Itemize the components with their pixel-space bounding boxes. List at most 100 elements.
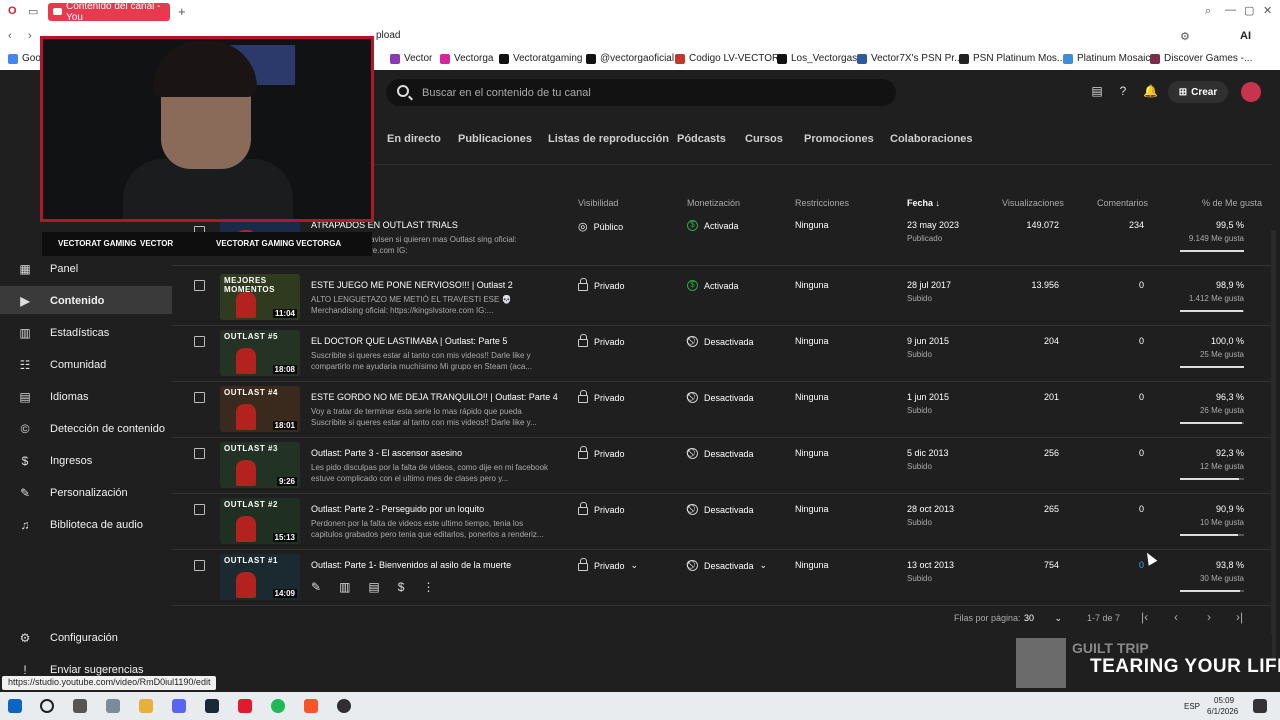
row-checkbox[interactable] [194, 504, 205, 515]
video-title[interactable]: Outlast: Parte 1- Bienvenidos al asilo d… [311, 560, 511, 570]
help-icon[interactable]: ? [1116, 84, 1130, 98]
scrollbar[interactable] [1271, 230, 1276, 670]
notification-center-icon[interactable] [1253, 699, 1267, 713]
extensions-icon[interactable]: ⚙ [1180, 30, 1190, 43]
bookmark-item[interactable]: Vectoratgaming [499, 53, 583, 64]
tab-colaboraciones[interactable]: Colaboraciones [890, 133, 973, 145]
row-checkbox[interactable] [194, 280, 205, 291]
sidebar-item-content[interactable]: ▶ Contenido [18, 294, 104, 308]
monetization-icon[interactable]: $ [398, 580, 405, 594]
windows-start-icon[interactable] [8, 699, 22, 713]
opera-taskbar-icon[interactable] [238, 699, 252, 713]
comments-value[interactable]: 0 [1139, 280, 1144, 290]
bookmark-item[interactable]: Vector [390, 53, 432, 64]
visibility-cell[interactable]: Privado [578, 390, 625, 403]
visibility-cell[interactable]: Privado ⌄ [578, 558, 639, 571]
spotify-icon[interactable] [271, 699, 285, 713]
tab-manager-icon[interactable]: ▭ [28, 5, 38, 18]
monetization-cell[interactable]: $ Activada [687, 280, 739, 291]
sidebar-item-subtitles[interactable]: ▤ Idiomas [18, 390, 88, 404]
comments-value[interactable]: 0 [1139, 448, 1144, 458]
chevron-down-icon[interactable]: ⌄ [760, 560, 768, 571]
search-tabs-icon[interactable]: ⌕ [1205, 5, 1211, 18]
column-date[interactable]: Fecha ↓ [907, 198, 940, 208]
video-title[interactable]: Outlast: Parte 2 - Perseguido por un loq… [311, 504, 484, 514]
row-checkbox[interactable] [194, 448, 205, 459]
visibility-cell[interactable]: Privado [578, 446, 625, 459]
row-checkbox[interactable] [194, 392, 205, 403]
bookmark-item[interactable]: Codigo LV-VECTOR [675, 53, 779, 64]
monetization-cell[interactable]: ⃠ Desactivada [687, 336, 754, 347]
bookmark-item[interactable]: @vectorgaoficial [586, 53, 674, 64]
file-explorer-icon[interactable] [139, 699, 153, 713]
column-monetization[interactable]: Monetización [687, 198, 740, 208]
next-page-icon[interactable]: › [1207, 610, 1211, 624]
table-row[interactable]: OUTLAST #1 14:09 Outlast: Parte 1- Bienven… [172, 550, 1272, 606]
monetization-cell[interactable]: ⃠ Desactivada [687, 504, 754, 515]
video-thumbnail[interactable]: MEJORES MOMENTOS 11:04 [220, 274, 300, 320]
bookmark-item[interactable]: Discover Games -... [1150, 53, 1252, 64]
chevron-down-icon[interactable]: ⌄ [631, 560, 639, 571]
video-thumbnail[interactable]: OUTLAST #2 15:13 [220, 498, 300, 544]
monetization-cell[interactable]: ⃠ Desactivada ⌄ [687, 560, 767, 571]
sidebar-item-community[interactable]: ☷ Comunidad [18, 358, 107, 372]
app-icon[interactable] [106, 699, 120, 713]
visibility-cell[interactable]: Privado [578, 334, 625, 347]
bookmark-item[interactable]: Vector7X's PSN Pr... [857, 53, 962, 64]
first-page-icon[interactable]: |‹ [1141, 610, 1148, 624]
sidebar-item-dashboard[interactable]: ▦ Panel [18, 262, 78, 276]
row-checkbox[interactable] [194, 336, 205, 347]
tab-cursos[interactable]: Cursos [745, 133, 783, 145]
browser-tab-active[interactable]: Contenido del canal - You [48, 1, 170, 23]
analytics-icon[interactable]: ▥ [339, 580, 350, 594]
table-row[interactable]: OUTLAST #2 15:13 Outlast: Parte 2 - Perseg… [172, 494, 1272, 550]
notifications-icon[interactable]: 🔔 [1143, 84, 1158, 98]
obs-icon[interactable] [337, 699, 351, 713]
column-likes[interactable]: % de Me gusta [1202, 198, 1262, 208]
table-row[interactable]: OUTLAST #3 9:26 Outlast: Parte 3 - El asce… [172, 438, 1272, 494]
search-input[interactable]: Buscar en el contenido de tu canal [386, 79, 896, 106]
maximize-icon[interactable]: ▢ [1244, 4, 1254, 17]
rows-per-page-select[interactable]: 30 ⌄ [1024, 613, 1062, 624]
clock-date[interactable]: 6/1/2026 [1207, 707, 1238, 716]
video-title[interactable]: EL DOCTOR QUE LASTIMABA | Outlast: Parte… [311, 336, 507, 346]
tab-promociones[interactable]: Promociones [804, 133, 874, 145]
column-restrictions[interactable]: Restricciones [795, 198, 849, 208]
more-options-icon[interactable]: ⋮ [422, 580, 434, 594]
bookmark-item[interactable]: Vectorga [440, 53, 493, 64]
forward-icon[interactable]: › [28, 30, 32, 42]
avatar[interactable] [1241, 82, 1261, 102]
steam-icon[interactable] [205, 699, 219, 713]
sidebar-item-analytics[interactable]: ▥ Estadísticas [18, 326, 109, 340]
discord-icon[interactable] [172, 699, 186, 713]
sidebar-item-earn[interactable]: $ Ingresos [18, 454, 93, 468]
video-thumbnail[interactable]: OUTLAST #4 18:01 [220, 386, 300, 432]
minimize-icon[interactable]: — [1225, 4, 1236, 16]
brave-icon[interactable] [304, 699, 318, 713]
column-visibility[interactable]: Visibilidad [578, 198, 618, 208]
visibility-cell[interactable]: ◎ Público [578, 220, 623, 233]
sidebar-item-settings[interactable]: ⚙ Configuración [18, 631, 118, 645]
sidebar-item-audio-library[interactable]: ♫ Biblioteca de audio [18, 518, 143, 532]
tab-en-directo[interactable]: En directo [387, 133, 441, 145]
table-row[interactable]: OUTLAST #5 18:08 EL DOCTOR QUE LASTIMABA |… [172, 326, 1272, 382]
comments-icon[interactable]: ▤ [368, 580, 379, 594]
video-title[interactable]: ESTE GORDO NO ME DEJA TRANQUILO!! | Outl… [311, 392, 558, 402]
comments-value[interactable]: 234 [1129, 220, 1144, 230]
task-view-icon[interactable] [73, 699, 87, 713]
tab-listas-de-reproducción[interactable]: Listas de reproducción [548, 133, 669, 145]
row-checkbox[interactable] [194, 560, 205, 571]
monetization-cell[interactable]: ⃠ Desactivada [687, 392, 754, 403]
close-window-icon[interactable]: ✕ [1263, 4, 1272, 17]
back-icon[interactable]: ‹ [8, 30, 12, 42]
video-thumbnail[interactable]: OUTLAST #3 9:26 [220, 442, 300, 488]
column-comments[interactable]: Comentarios [1097, 198, 1148, 208]
tab-publicaciones[interactable]: Publicaciones [458, 133, 532, 145]
ai-icon[interactable]: AI [1240, 30, 1251, 42]
comments-value[interactable]: 0 [1139, 504, 1144, 514]
video-title[interactable]: ESTE JUEGO ME PONE NERVIOSO!!! | Outlast… [311, 280, 513, 290]
column-views[interactable]: Visualizaciones [1002, 198, 1064, 208]
bookmark-item[interactable]: Platinum Mosaic [1063, 53, 1150, 64]
search-taskbar-icon[interactable] [40, 699, 54, 713]
video-thumbnail[interactable]: OUTLAST #5 18:08 [220, 330, 300, 376]
